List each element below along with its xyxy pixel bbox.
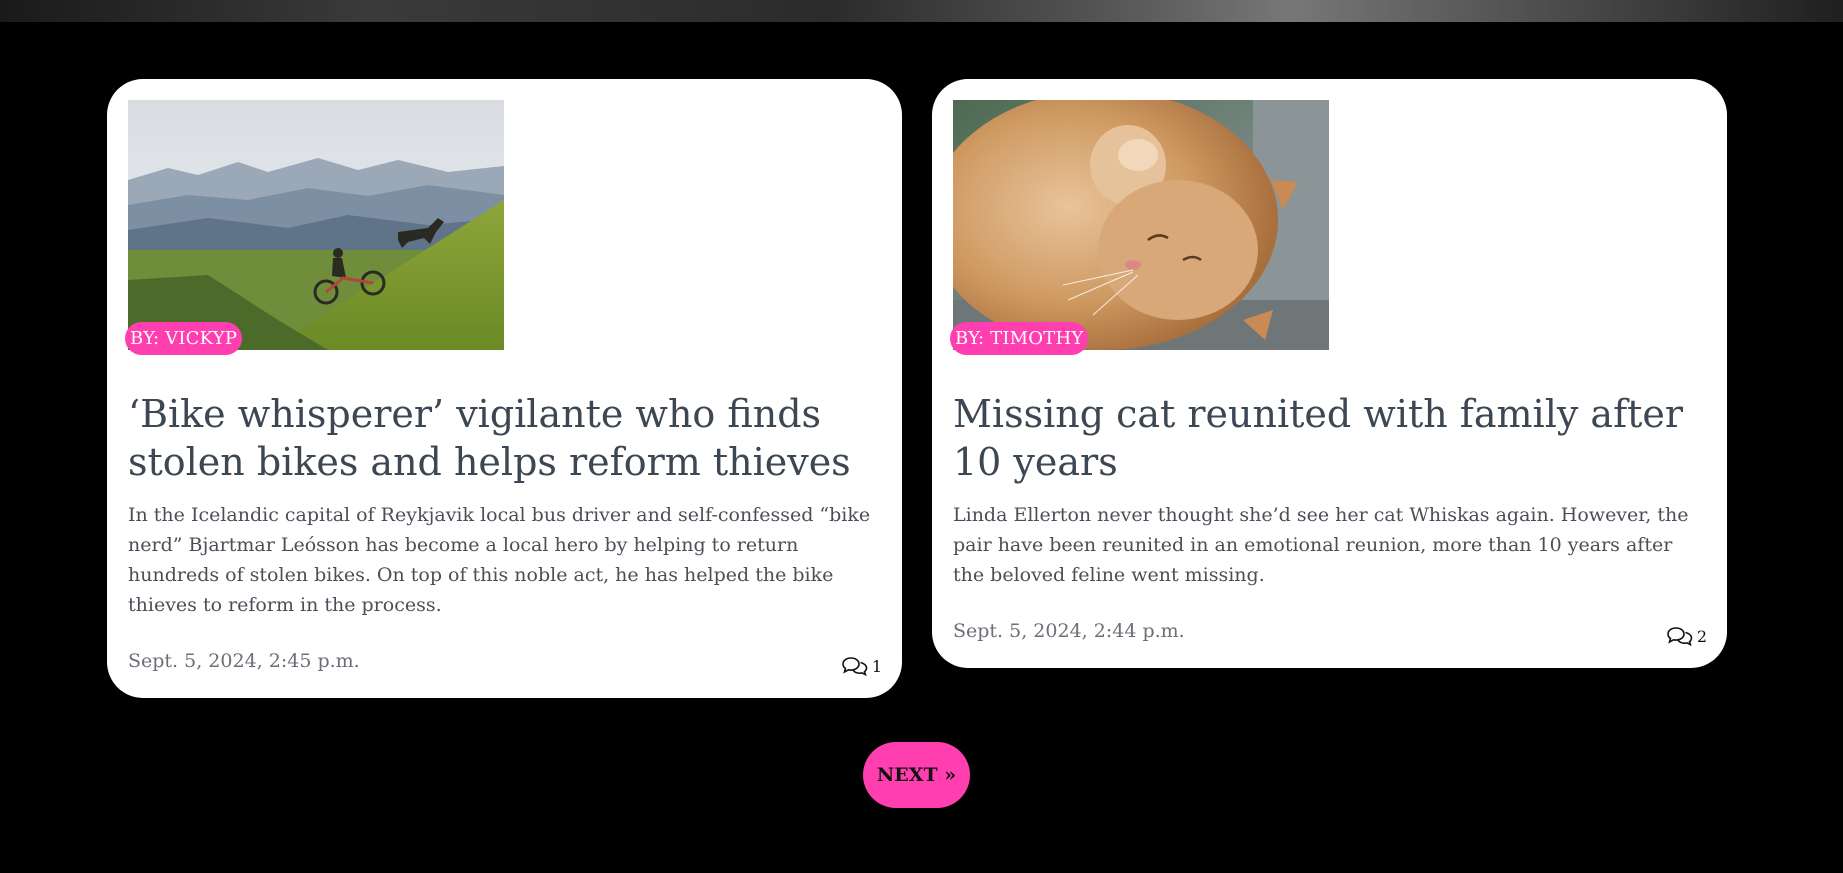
post-date: Sept. 5, 2024, 2:45 p.m. [128, 650, 360, 672]
post-title[interactable]: Missing cat reunited with family after 1… [953, 390, 1707, 486]
sleeping-cat-image [953, 100, 1329, 350]
comments-icon [842, 657, 868, 676]
post-title[interactable]: ‘Bike whisperer’ vigilante who finds sto… [128, 390, 882, 486]
post-excerpt: In the Icelandic capital of Reykjavik lo… [128, 504, 871, 616]
post-card[interactable]: BY: TIMOTHY Missing cat reunited with fa… [932, 79, 1727, 668]
post-list: BY: VICKYP ‘Bike whisperer’ vigilante wh… [107, 79, 1727, 698]
author-badge[interactable]: BY: VICKYP [125, 322, 243, 355]
post-thumbnail[interactable]: BY: TIMOTHY [950, 100, 1329, 355]
mountain-biker-image [128, 100, 504, 350]
comment-count[interactable]: 1 [842, 656, 882, 676]
post-meta: Sept. 5, 2024, 2:45 p.m. 1 [128, 650, 882, 676]
post-card[interactable]: BY: VICKYP ‘Bike whisperer’ vigilante wh… [107, 79, 902, 698]
post-excerpt: Linda Ellerton never thought she’d see h… [953, 504, 1689, 586]
post-thumbnail[interactable]: BY: VICKYP [125, 100, 504, 355]
post-date: Sept. 5, 2024, 2:44 p.m. [953, 620, 1185, 642]
comment-count-value: 1 [871, 656, 882, 676]
pagination: NEXT » [863, 742, 970, 808]
next-page-button[interactable]: NEXT » [863, 742, 970, 808]
comment-count[interactable]: 2 [1667, 626, 1707, 646]
author-badge[interactable]: BY: TIMOTHY [950, 322, 1089, 355]
comment-count-value: 2 [1696, 626, 1707, 646]
hero-image-strip [0, 0, 1843, 22]
comments-icon [1667, 627, 1693, 646]
post-meta: Sept. 5, 2024, 2:44 p.m. 2 [953, 620, 1707, 646]
